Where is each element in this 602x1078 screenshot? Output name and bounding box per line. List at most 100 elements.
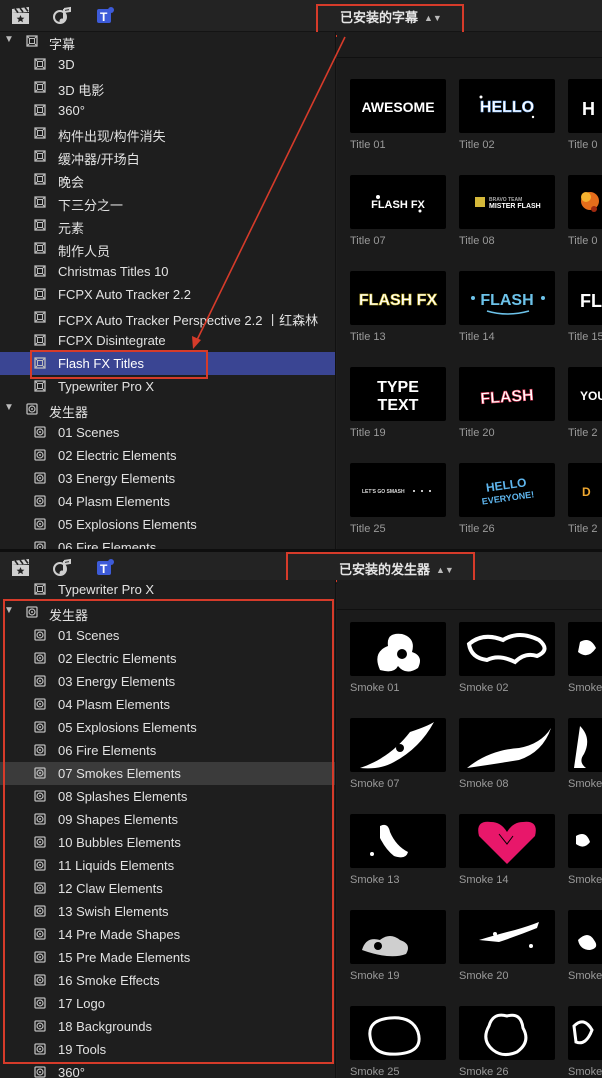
- generators-browser-pane: T 已安装的发生器 ▲▼ Typewriter Pro X ▼ 发生器 01 Scene…: [0, 552, 602, 1078]
- sidebar-item[interactable]: 08 Splashes Elements: [0, 785, 335, 808]
- generator-thumbnail[interactable]: [350, 718, 446, 772]
- generator-thumbnail[interactable]: [350, 910, 446, 964]
- sidebar-item-label: 17 Logo: [58, 996, 105, 1011]
- sidebar-item-label: 12 Claw Elements: [58, 881, 163, 896]
- generator-folder-icon: [34, 744, 46, 756]
- sidebar-item-label: 08 Splashes Elements: [58, 789, 188, 804]
- generator-thumbnail[interactable]: [568, 718, 602, 772]
- sidebar-item-label: 04 Plasm Elements: [58, 697, 170, 712]
- sidebar-item-label: 06 Fire Elements: [58, 743, 157, 758]
- sidebar-item-label: 18 Backgrounds: [58, 1019, 152, 1034]
- thumbnail-label: Smoke 25: [350, 1066, 400, 1078]
- generator-thumbnail[interactable]: [350, 622, 446, 676]
- thumbnail-label: Smoke 08: [459, 778, 509, 790]
- generator-folder-icon: [34, 997, 46, 1009]
- thumbnail-label: Smoke 07: [350, 778, 400, 790]
- sidebar-item-label: 13 Swish Elements: [58, 904, 169, 919]
- sidebar-item[interactable]: 01 Scenes: [0, 624, 335, 647]
- sidebar-item-label: 02 Electric Elements: [58, 651, 177, 666]
- thumbnail-label: Smoke 26: [459, 1066, 509, 1078]
- sidebar-item-label: 10 Bubbles Elements: [58, 835, 181, 850]
- sidebar-item-label: 03 Energy Elements: [58, 674, 176, 689]
- grid-header-2: [337, 580, 602, 610]
- thumbnail-label: Smoke: [568, 970, 602, 982]
- thumbnail-label: Smoke 14: [459, 874, 509, 886]
- sidebar-item[interactable]: 14 Pre Made Shapes: [0, 923, 335, 946]
- updown-chevron-icon: ▲▼: [436, 565, 454, 575]
- sidebar-item[interactable]: 02 Electric Elements: [0, 647, 335, 670]
- sidebar-category[interactable]: ▼ 发生器: [0, 601, 335, 624]
- titles-browser-pane: T 已安装的字幕 ▲▼ ▼ 字幕 3D 3D 电影 360° 构件出现/构件消失 缓冲器/开场…: [0, 0, 602, 552]
- generator-folder-icon: [34, 721, 46, 733]
- sidebar-item[interactable]: 15 Pre Made Elements: [0, 946, 335, 969]
- sidebar-item-label: 19 Tools: [58, 1042, 107, 1057]
- sidebar-item[interactable]: 16 Smoke Effects: [0, 969, 335, 992]
- sidebar-item[interactable]: 05 Explosions Elements: [0, 716, 335, 739]
- sidebar-item[interactable]: 13 Swish Elements: [0, 900, 335, 923]
- generator-folder-icon: [26, 606, 38, 618]
- generator-folder-icon: [34, 1066, 46, 1078]
- sidebar-item-label: 05 Explosions Elements: [58, 720, 197, 735]
- generator-folder-icon: [34, 813, 46, 825]
- generator-folder-icon: [34, 882, 46, 894]
- generator-thumbnail[interactable]: [568, 622, 602, 676]
- generator-thumbnail[interactable]: [568, 814, 602, 868]
- generator-folder-icon: [34, 629, 46, 641]
- sidebar-item[interactable]: 17 Logo: [0, 992, 335, 1015]
- generators-thumbnail-grid: Smoke 01 Smoke 02 Smoke Smoke 07 Smoke 08 Smo…: [337, 610, 602, 1078]
- generator-thumbnail[interactable]: [568, 910, 602, 964]
- generator-thumbnail[interactable]: [459, 910, 555, 964]
- generator-folder-icon: [34, 790, 46, 802]
- sidebar-item-label: 16 Smoke Effects: [58, 973, 160, 988]
- titles-generators-icon[interactable]: T: [94, 558, 116, 578]
- generator-folder-icon: [34, 675, 46, 687]
- generator-thumbnail[interactable]: [459, 622, 555, 676]
- sidebar-item-label: 15 Pre Made Elements: [58, 950, 191, 965]
- sidebar-item-label: 11 Liquids Elements: [58, 858, 175, 873]
- music-photo-icon[interactable]: [52, 558, 74, 578]
- generators-sidebar: Typewriter Pro X ▼ 发生器 01 Scenes 02 Electric…: [0, 580, 336, 1078]
- sidebar-item-label: Typewriter Pro X: [58, 582, 155, 597]
- generator-thumbnail[interactable]: [350, 814, 446, 868]
- sidebar-item-label: 09 Shapes Elements: [58, 812, 178, 827]
- thumbnail-label: Smoke: [568, 874, 602, 886]
- sidebar-item[interactable]: 11 Liquids Elements: [0, 854, 335, 877]
- thumbnail-label: Smoke 20: [459, 970, 509, 982]
- sidebar-item[interactable]: 18 Backgrounds: [0, 1015, 335, 1038]
- generator-folder-icon: [34, 951, 46, 963]
- clapper-icon[interactable]: [10, 558, 32, 578]
- generator-thumbnail[interactable]: [459, 718, 555, 772]
- disclosure-triangle-icon[interactable]: ▼: [4, 605, 14, 616]
- sidebar-item[interactable]: 06 Fire Elements: [0, 739, 335, 762]
- generator-folder-icon: [34, 836, 46, 848]
- thumbnail-label: Smoke: [568, 778, 602, 790]
- sidebar-item[interactable]: Typewriter Pro X: [0, 580, 335, 601]
- generator-folder-icon: [34, 859, 46, 871]
- generator-thumbnail[interactable]: [350, 1006, 446, 1060]
- generator-thumbnail[interactable]: [568, 1006, 602, 1060]
- sidebar-item-label: 14 Pre Made Shapes: [58, 927, 181, 942]
- thumbnail-label: Smoke 13: [350, 874, 400, 886]
- thumbnail-label: Smoke 01: [350, 682, 400, 694]
- sidebar-item-label: 360°: [58, 1065, 85, 1078]
- generator-thumbnail[interactable]: [459, 814, 555, 868]
- sidebar-item[interactable]: 360°: [0, 1061, 335, 1078]
- sidebar-item[interactable]: 19 Tools: [0, 1038, 335, 1061]
- generator-folder-icon: [34, 928, 46, 940]
- generator-folder-icon: [34, 974, 46, 986]
- sidebar-item[interactable]: 09 Shapes Elements: [0, 808, 335, 831]
- sidebar-item[interactable]: 12 Claw Elements: [0, 877, 335, 900]
- title-folder-icon: [34, 583, 46, 595]
- generator-folder-icon: [34, 767, 46, 779]
- generator-thumbnail[interactable]: [459, 1006, 555, 1060]
- generator-folder-icon: [34, 652, 46, 664]
- generator-folder-icon: [34, 1043, 46, 1055]
- sidebar-item[interactable]: 03 Energy Elements: [0, 670, 335, 693]
- installed-generators-dropdown[interactable]: 已安装的发生器 ▲▼: [339, 559, 454, 577]
- sidebar-item[interactable]: 04 Plasm Elements: [0, 693, 335, 716]
- sidebar-item[interactable]: 10 Bubbles Elements: [0, 831, 335, 854]
- sidebar-item[interactable]: 07 Smokes Elements: [0, 762, 335, 785]
- sidebar-item-label: 07 Smokes Elements: [58, 766, 181, 781]
- generator-folder-icon: [34, 1020, 46, 1032]
- thumbnail-label: Smoke: [568, 1066, 602, 1078]
